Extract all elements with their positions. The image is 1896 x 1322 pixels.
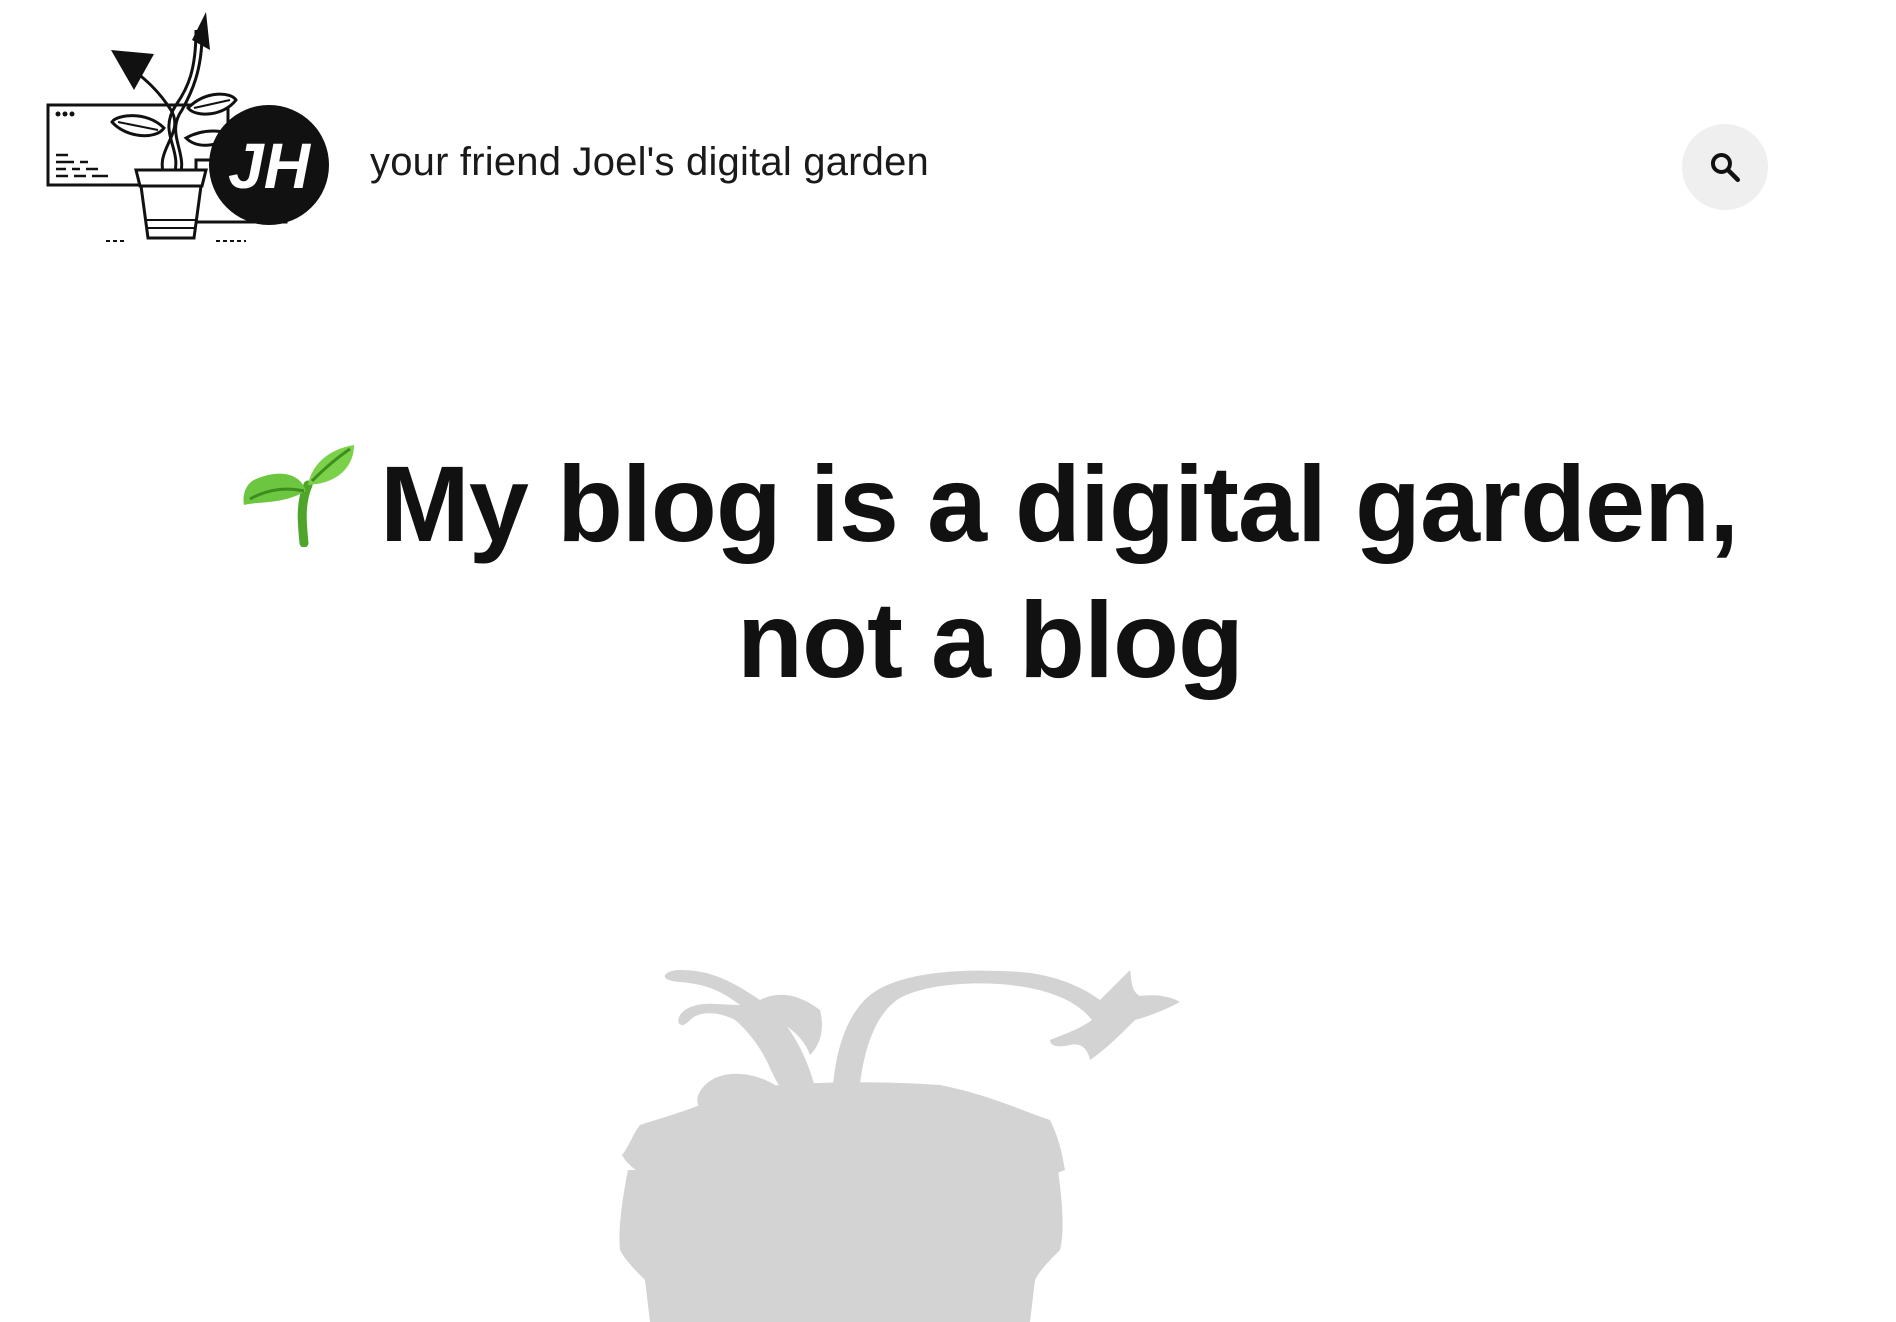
site-header: JH your friend Joel's digital garden	[0, 0, 1896, 250]
site-title[interactable]: your friend Joel's digital garden	[370, 138, 929, 186]
plant-logo-illustration: JH	[46, 12, 329, 242]
search-icon	[1710, 152, 1741, 183]
plant-silhouette-image	[610, 870, 1210, 1322]
search-button[interactable]	[1682, 124, 1768, 210]
site-logo[interactable]: JH	[46, 10, 336, 245]
article-title-text: My blog is a digital garden, not a blog	[379, 443, 1739, 700]
sprout-icon	[243, 445, 354, 547]
logo-initials: JH	[228, 130, 312, 202]
article-title: My blog is a digital garden, not a blog	[150, 436, 1830, 708]
plant-silhouette	[619, 970, 1180, 1322]
